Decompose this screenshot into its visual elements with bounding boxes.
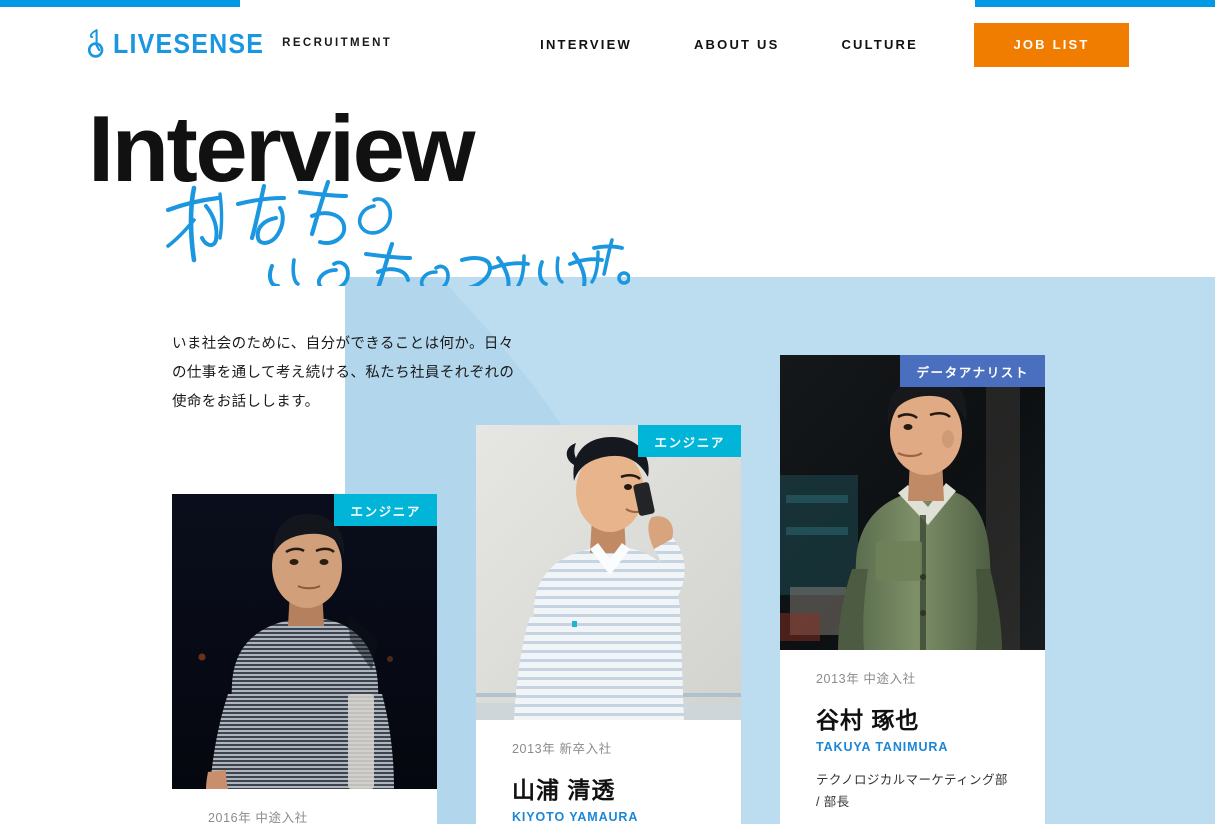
card-1-photo: エンジニア: [172, 494, 437, 789]
main-nav: INTERVIEW ABOUT US CULTURE JOB LIST: [540, 7, 1215, 82]
striped-tshirt-man-portrait: [172, 494, 437, 789]
card-1-body: 2016年 中途入社: [172, 789, 437, 824]
top-accent-segment-right: [975, 0, 1215, 7]
card-3-name-ja: 谷村 琢也: [816, 707, 920, 733]
card-1-join-year: 2016年 中途入社: [208, 811, 308, 824]
card-1-badge: エンジニア: [334, 494, 437, 526]
card-2-photo: エンジニア: [476, 425, 741, 720]
page-root: LIVESENSE RECRUITMENT INTERVIEW ABOUT US…: [0, 0, 1215, 824]
nav-about-us[interactable]: ABOUT US: [694, 37, 780, 52]
card-2-join-year: 2013年 新卒入社: [512, 742, 612, 756]
site-header: LIVESENSE RECRUITMENT INTERVIEW ABOUT US…: [0, 7, 1215, 82]
top-accent-bar: [0, 0, 1215, 7]
green-shirt-man-portrait: [780, 355, 1045, 650]
card-3-name-en: TAKUYA TANIMURA: [816, 740, 949, 754]
card-2-name-en: KIYOTO YAMAURA: [512, 810, 639, 824]
card-3-department: テクノロジカルマーケティング部 / 部長: [816, 773, 1008, 809]
card-3-photo: データアナリスト: [780, 355, 1045, 650]
livesense-hook-icon: [87, 29, 104, 58]
card-2-name-ja: 山浦 清透: [512, 777, 616, 803]
nav-culture[interactable]: CULTURE: [841, 37, 918, 52]
interview-card-3[interactable]: データアナリスト 2013年 中途入社 谷村 琢也 TAKUYA TANIMUR…: [780, 355, 1045, 824]
interview-card-1[interactable]: エンジニア 2016年 中途入社: [172, 494, 437, 824]
card-2-badge: エンジニア: [638, 425, 741, 457]
card-3-body: 2013年 中途入社 谷村 琢也 TAKUYA TANIMURA テクノロジカル…: [780, 650, 1045, 824]
job-list-button[interactable]: JOB LIST: [974, 22, 1129, 67]
brand-subtitle: RECRUITMENT: [282, 37, 393, 50]
card-3-badge: データアナリスト: [900, 355, 1045, 387]
interview-card-2[interactable]: エンジニア 2013年 新卒入社 山浦 清透 KIYOTO YAMAURA: [476, 425, 741, 824]
page-title: Interview: [88, 96, 476, 201]
lead-paragraph: いま社会のために、自分ができることは何か。日々の仕事を通して考え続ける、私たち社…: [172, 336, 515, 410]
nav-interview[interactable]: INTERVIEW: [540, 37, 632, 52]
man-on-phone-portrait: [476, 425, 741, 720]
top-accent-segment-left: [0, 0, 240, 7]
card-3-join-year: 2013年 中途入社: [816, 672, 916, 686]
brand-logo[interactable]: LIVESENSE RECRUITMENT: [86, 29, 392, 59]
card-2-body: 2013年 新卒入社 山浦 清透 KIYOTO YAMAURA: [476, 720, 741, 824]
brand-wordmark: LIVESENSE: [113, 27, 265, 60]
